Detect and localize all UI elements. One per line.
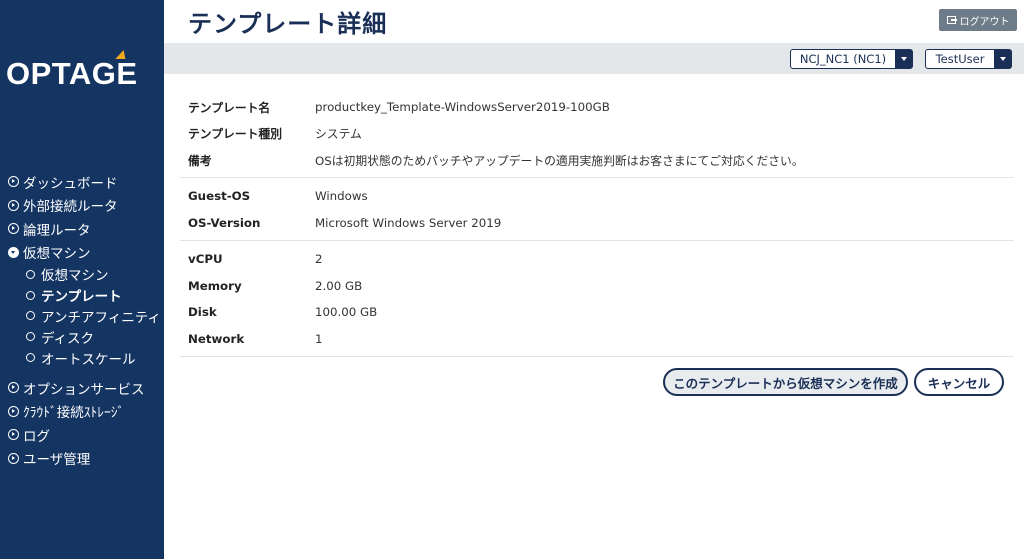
detail-label: Memory [188, 278, 242, 293]
sidebar-item-label: 外部接続ルータ [23, 199, 118, 216]
detail-value: 100.00 GB [315, 305, 378, 320]
detail-label: テンプレート種別 [188, 127, 283, 142]
detail-value: 2 [315, 252, 323, 267]
sidebar-item-label: ダッシュボード [23, 175, 118, 192]
chevron-right-icon [8, 429, 19, 441]
detail-label: Guest-OS [188, 189, 251, 204]
chevron-right-icon [8, 223, 19, 235]
region-select-value: NCJ_NC1 (NC1) [799, 52, 887, 66]
details-group-os: Guest-OS Windows OS-Version Microsoft Wi… [180, 178, 1014, 241]
circle-icon [26, 269, 35, 279]
sidebar-subitem-label: オートスケール [41, 351, 136, 368]
chevron-right-icon [8, 382, 19, 394]
sidebar-item-option-service[interactable]: オプションサービス [0, 376, 164, 400]
user-select[interactable]: TestUser [925, 49, 1012, 69]
sidebar-item-virtual-machine[interactable]: 仮想マシン [0, 241, 164, 265]
optage-logo[interactable]: OPTAGE [6, 50, 156, 94]
detail-label: vCPU [188, 252, 223, 267]
sidebar-subitem-label: 仮想マシン [41, 268, 109, 285]
detail-row-guest-os: Guest-OS Windows [188, 183, 1006, 210]
sidebar-item-label: 論理ルータ [23, 222, 91, 239]
logo-text: OPTAGE [6, 56, 138, 91]
chevron-right-icon [8, 452, 19, 464]
sidebar: OPTAGE ダッシュボード 外部接続ルータ 論理ルータ 仮想マシン 仮想マシン… [0, 0, 164, 559]
template-details: テンプレート名 productkey_Template-WindowsServe… [180, 94, 1014, 357]
sidebar-item-label: ログ [23, 428, 50, 445]
cancel-button[interactable]: キャンセル [914, 368, 1004, 396]
detail-row-os-version: OS-Version Microsoft Windows Server 2019 [188, 210, 1006, 237]
sidebar-subitem-anti-affinity[interactable]: アンチアフィニティ [0, 306, 164, 327]
create-vm-from-template-button[interactable]: このテンプレートから仮想マシンを作成 [663, 368, 908, 396]
detail-label: OS-Version [188, 215, 261, 230]
circle-icon [26, 290, 35, 300]
detail-value: 2.00 GB [315, 278, 363, 293]
detail-value: システム [315, 127, 362, 142]
detail-row-network: Network 1 [188, 326, 1006, 353]
chevron-right-icon [8, 405, 19, 417]
detail-value: OSは初期状態のためパッチやアップデートの適用実施判断はお客さまにてご対応くださ… [315, 153, 804, 168]
detail-label: 備考 [188, 153, 212, 168]
logout-label: ログアウト [959, 16, 1010, 28]
detail-value: 1 [315, 331, 323, 346]
detail-value: Microsoft Windows Server 2019 [315, 215, 502, 230]
sidebar-subitem-label: アンチアフィニティ [41, 309, 161, 326]
sidebar-item-user-management[interactable]: ユーザ管理 [0, 446, 164, 470]
circle-icon [26, 332, 35, 342]
sidebar-subitem-virtual-machine[interactable]: 仮想マシン [0, 264, 164, 285]
sidebar-subitem-template[interactable]: テンプレート [0, 285, 164, 306]
detail-row-template-name: テンプレート名 productkey_Template-WindowsServe… [188, 94, 1006, 121]
details-group-resources: vCPU 2 Memory 2.00 GB Disk 100.00 GB Net… [180, 241, 1014, 357]
sidebar-item-log[interactable]: ログ [0, 423, 164, 447]
logout-button[interactable]: ログアウト [939, 9, 1017, 31]
chevron-down-icon [8, 246, 19, 258]
sidebar-item-logical-router[interactable]: 論理ルータ [0, 217, 164, 241]
circle-icon [26, 311, 35, 321]
logout-icon [946, 16, 957, 24]
details-group-general: テンプレート名 productkey_Template-WindowsServe… [180, 94, 1014, 178]
sidebar-subitem-label: ディスク [41, 330, 95, 347]
sidebar-nav: ダッシュボード 外部接続ルータ 論理ルータ 仮想マシン 仮想マシン テンプレート… [0, 170, 164, 470]
sidebar-item-label: ｸﾗｳﾄﾞ接続ｽﾄﾚｰｼﾞ [23, 405, 125, 422]
detail-row-remarks: 備考 OSは初期状態のためパッチやアップデートの適用実施判断はお客さまにてご対応… [188, 147, 1006, 174]
sidebar-item-label: オプションサービス [23, 381, 145, 398]
detail-label: Disk [188, 305, 217, 320]
sidebar-item-cloud-storage[interactable]: ｸﾗｳﾄﾞ接続ｽﾄﾚｰｼﾞ [0, 399, 164, 423]
sidebar-subitem-disk[interactable]: ディスク [0, 326, 164, 347]
sidebar-item-external-router[interactable]: 外部接続ルータ [0, 194, 164, 218]
chevron-down-icon [895, 50, 912, 68]
detail-row-disk: Disk 100.00 GB [188, 299, 1006, 326]
detail-value: Windows [315, 189, 368, 204]
sidebar-item-label: ユーザ管理 [23, 452, 91, 469]
page-title: テンプレート詳細 [188, 10, 388, 38]
sidebar-item-dashboard[interactable]: ダッシュボード [0, 170, 164, 194]
detail-row-memory: Memory 2.00 GB [188, 273, 1006, 300]
chevron-down-icon [994, 50, 1011, 68]
detail-label: テンプレート名 [188, 100, 271, 115]
chevron-right-icon [8, 199, 19, 211]
detail-label: Network [188, 331, 245, 346]
sidebar-subitem-label: テンプレート [41, 289, 122, 306]
detail-row-template-type: テンプレート種別 システム [188, 121, 1006, 148]
sidebar-subitem-autoscale[interactable]: オートスケール [0, 347, 164, 368]
chevron-right-icon [8, 176, 19, 188]
detail-value: productkey_Template-WindowsServer2019-10… [315, 100, 610, 115]
detail-row-vcpu: vCPU 2 [188, 246, 1006, 273]
user-select-value: TestUser [935, 52, 985, 66]
sidebar-item-label: 仮想マシン [23, 246, 91, 263]
circle-icon [26, 353, 35, 363]
region-select[interactable]: NCJ_NC1 (NC1) [790, 49, 913, 69]
